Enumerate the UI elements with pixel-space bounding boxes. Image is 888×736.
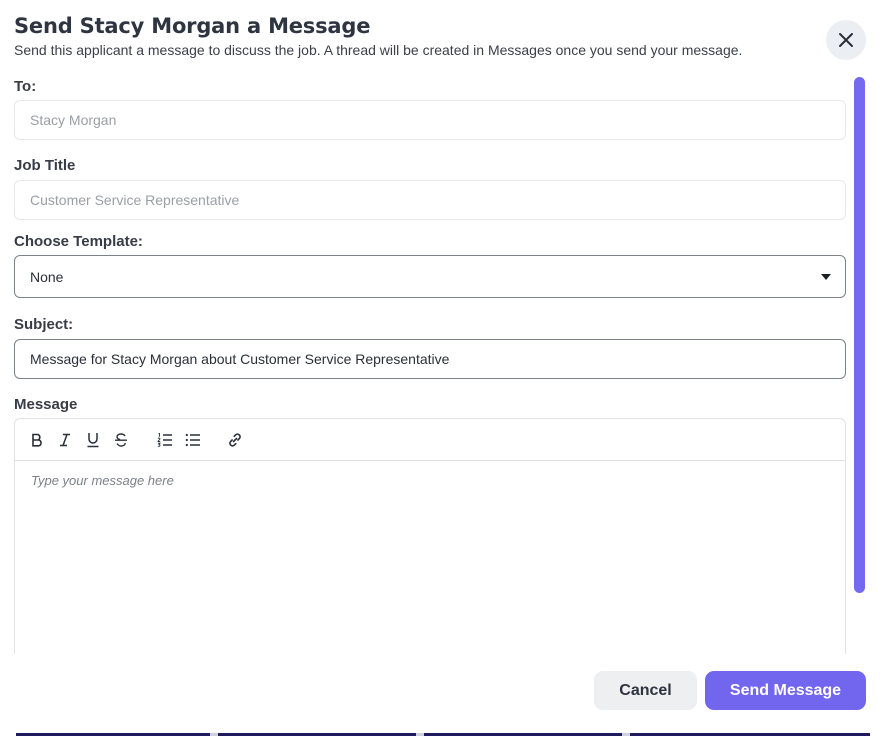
italic-icon: [60, 433, 70, 447]
send-message-button[interactable]: Send Message: [705, 671, 866, 710]
chevron-down-icon: [821, 273, 831, 280]
form-scroll-area[interactable]: To: Job Title Choose Template: None Subj…: [0, 68, 888, 654]
subject-input[interactable]: [14, 339, 846, 379]
strikethrough-icon: [115, 433, 127, 447]
message-placeholder[interactable]: Type your message here: [31, 473, 174, 488]
underline-icon: [87, 433, 99, 448]
dialog-subtitle: Send this applicant a message to discuss…: [14, 42, 743, 58]
cancel-button[interactable]: Cancel: [594, 671, 697, 710]
job-title-field[interactable]: [14, 180, 846, 220]
ordered-list-button[interactable]: [155, 430, 175, 450]
to-field[interactable]: [14, 100, 846, 140]
template-selected-value: None: [30, 268, 64, 285]
italic-button[interactable]: [55, 430, 75, 450]
scrollbar-thumb[interactable]: [854, 77, 865, 593]
ordered-list-icon: [157, 433, 172, 447]
template-label: Choose Template:: [14, 233, 143, 250]
bullet-list-icon: [185, 433, 200, 447]
send-message-dialog: Send Stacy Morgan a Message Send this ap…: [0, 0, 888, 736]
close-button[interactable]: [826, 20, 866, 60]
subject-label: Subject:: [14, 316, 74, 333]
editor-toolbar: [15, 419, 845, 461]
template-select[interactable]: None: [14, 255, 846, 298]
message-editor: Type your message here: [14, 418, 846, 654]
link-icon: [229, 433, 241, 447]
bullet-list-button[interactable]: [183, 430, 203, 450]
strikethrough-button[interactable]: [111, 430, 131, 450]
message-label: Message: [14, 396, 78, 413]
underline-button[interactable]: [83, 430, 103, 450]
bold-button[interactable]: [27, 430, 47, 450]
close-icon: [839, 33, 853, 47]
link-button[interactable]: [225, 430, 245, 450]
job-title-label: Job Title: [14, 157, 76, 174]
dialog-title: Send Stacy Morgan a Message: [14, 14, 371, 38]
bold-icon: [32, 433, 42, 447]
to-label: To:: [14, 78, 37, 95]
